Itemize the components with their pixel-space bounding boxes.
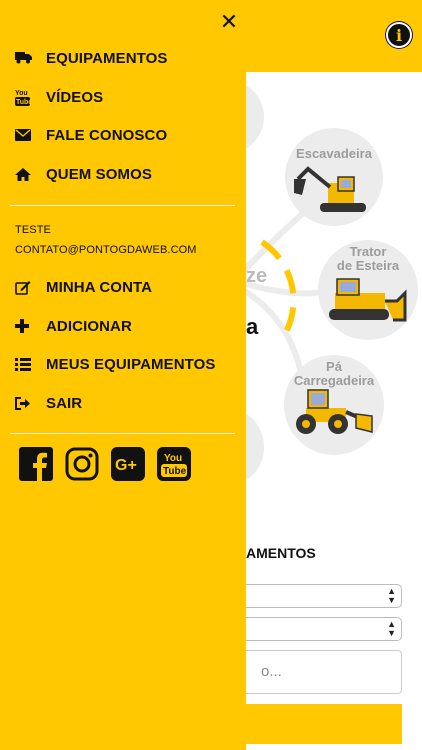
instagram-icon[interactable]: [65, 447, 99, 481]
category-select[interactable]: ▲ ▼: [230, 584, 402, 608]
equipment-section-title: AMENTOS: [246, 545, 316, 561]
search-button[interactable]: [230, 704, 402, 744]
hub-partial-text-2: a: [246, 314, 259, 339]
menu-label: SAIR: [46, 394, 83, 412]
svg-text:You: You: [164, 453, 182, 464]
user-email: CONTATO@PONTOGDAWEB.COM: [15, 244, 197, 256]
youtube-icon[interactable]: You Tube: [157, 447, 191, 481]
menu-item-videos[interactable]: You Tube VÍDEOS: [0, 82, 246, 112]
hub-partial-text: ze: [246, 265, 268, 287]
svg-text:Tube: Tube: [16, 99, 30, 106]
menu-item-fale-conosco[interactable]: FALE CONOSCO: [0, 120, 246, 150]
drawer-divider: [10, 205, 235, 206]
info-icon: i: [395, 25, 403, 45]
equipment-label-escavadeira: Escavadeira: [296, 146, 372, 161]
search-placeholder: o...: [261, 663, 282, 680]
equipment-label-trator-esteira: Trator de Esteira: [336, 244, 400, 273]
menu-label: MEUS EQUIPAMENTOS: [46, 355, 216, 373]
select-arrows-icon: ▲ ▼: [387, 619, 396, 638]
close-icon[interactable]: ✕: [219, 12, 239, 34]
svg-text:G+: G+: [115, 457, 137, 474]
home-icon: [0, 167, 46, 181]
user-name: TESTE: [15, 224, 51, 236]
menu-item-minha-conta[interactable]: MINHA CONTA: [0, 272, 246, 302]
bulldozer-illustration: [329, 278, 407, 322]
truck-icon: [0, 52, 46, 64]
list-icon: [0, 357, 46, 371]
envelope-icon: [0, 129, 46, 141]
menu-label: FALE CONOSCO: [46, 126, 168, 144]
drawer-divider: [10, 433, 235, 434]
menu-label: MINHA CONTA: [46, 278, 153, 296]
equipment-label-pa-carregadeira: Pá Carregadeira: [293, 359, 375, 388]
sign-out-icon: [0, 396, 46, 410]
facebook-icon[interactable]: [19, 447, 53, 481]
info-button[interactable]: i: [386, 22, 412, 48]
menu-label: QUEM SOMOS: [46, 165, 153, 183]
svg-text:Tube: Tube: [163, 466, 187, 477]
brand-select[interactable]: ▲ ▼: [230, 617, 402, 641]
menu-label: EQUIPAMENTOS: [46, 49, 168, 67]
menu-item-equipamentos[interactable]: EQUIPAMENTOS: [0, 43, 246, 73]
menu-item-adicionar[interactable]: ADICIONAR: [0, 311, 246, 341]
menu-item-meus-equipamentos[interactable]: MEUS EQUIPAMENTOS: [0, 349, 246, 379]
menu-label: ADICIONAR: [46, 317, 132, 335]
wheel-loader-illustration: [296, 389, 373, 434]
svg-text:You: You: [15, 90, 28, 97]
excavator-illustration: [294, 166, 366, 212]
menu-item-sair[interactable]: SAIR: [0, 388, 246, 418]
google-plus-icon[interactable]: G+: [111, 447, 145, 481]
search-input[interactable]: o...: [230, 650, 402, 694]
menu-label: VÍDEOS: [46, 88, 104, 106]
select-arrows-icon: ▲ ▼: [387, 586, 396, 605]
plus-icon: [0, 319, 46, 333]
menu-item-quem-somos[interactable]: QUEM SOMOS: [0, 159, 246, 189]
side-drawer: ✕ EQUIPAMENTOS You Tube VÍDEOS FALE CONOS…: [0, 0, 246, 750]
youtube-icon: You Tube: [0, 88, 46, 106]
edit-icon: [0, 280, 46, 295]
